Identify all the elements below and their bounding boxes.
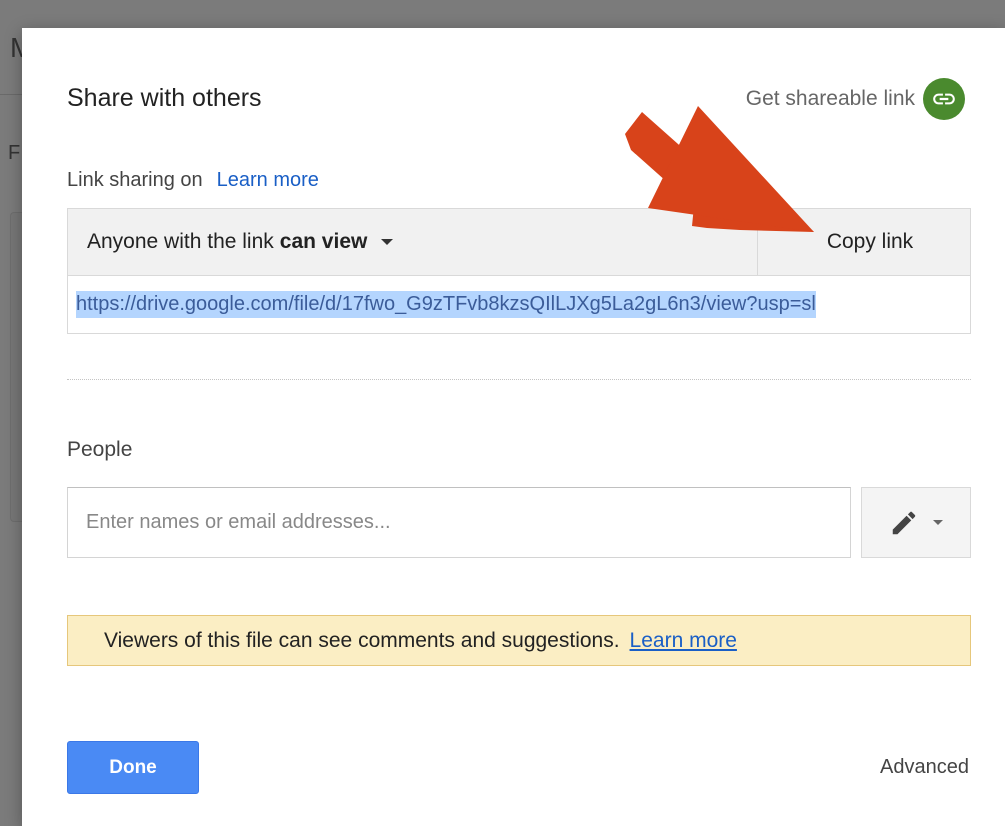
link-sharing-row: Link sharing on Learn more [67, 169, 319, 192]
link-toolbar: Anyone with the link can view Copy link [68, 209, 970, 276]
dialog-title: Share with others [67, 84, 262, 112]
link-icon[interactable] [923, 78, 965, 120]
share-dialog: Share with others Get shareable link Lin… [22, 28, 1005, 826]
people-input[interactable] [86, 511, 850, 534]
pencil-icon [892, 511, 916, 534]
link-sharing-box: Anyone with the link can view Copy link … [67, 208, 971, 334]
people-label: People [67, 438, 133, 461]
caret-down-icon [381, 239, 394, 245]
people-input-wrapper [67, 487, 851, 558]
comments-notice: Viewers of this file can see comments an… [67, 615, 971, 666]
share-url-text: https://drive.google.com/file/d/17fwo_G9… [76, 291, 816, 318]
permission-dropdown-button[interactable] [861, 487, 971, 558]
background-divider [0, 94, 22, 95]
notice-text: Viewers of this file can see comments an… [104, 628, 620, 652]
advanced-link[interactable]: Advanced [880, 756, 969, 779]
copy-link-button[interactable]: Copy link [758, 209, 970, 275]
section-divider [67, 379, 971, 380]
background-side-letter: F [8, 142, 21, 164]
link-learn-more-link[interactable]: Learn more [217, 169, 319, 191]
share-url-field[interactable]: https://drive.google.com/file/d/17fwo_G9… [68, 276, 970, 333]
done-button[interactable]: Done [67, 741, 199, 794]
get-shareable-link-label: Get shareable link [745, 87, 915, 110]
access-level-dropdown[interactable]: Anyone with the link can view [68, 209, 758, 275]
access-prefix: Anyone with the link [87, 230, 274, 253]
access-permission: can view [279, 230, 368, 253]
link-sharing-status: Link sharing on [67, 169, 203, 191]
background-card [10, 212, 22, 522]
get-shareable-link-button[interactable]: Get shareable link [746, 78, 965, 120]
caret-down-icon [933, 520, 943, 525]
notice-learn-more-link[interactable]: Learn more [630, 629, 737, 653]
